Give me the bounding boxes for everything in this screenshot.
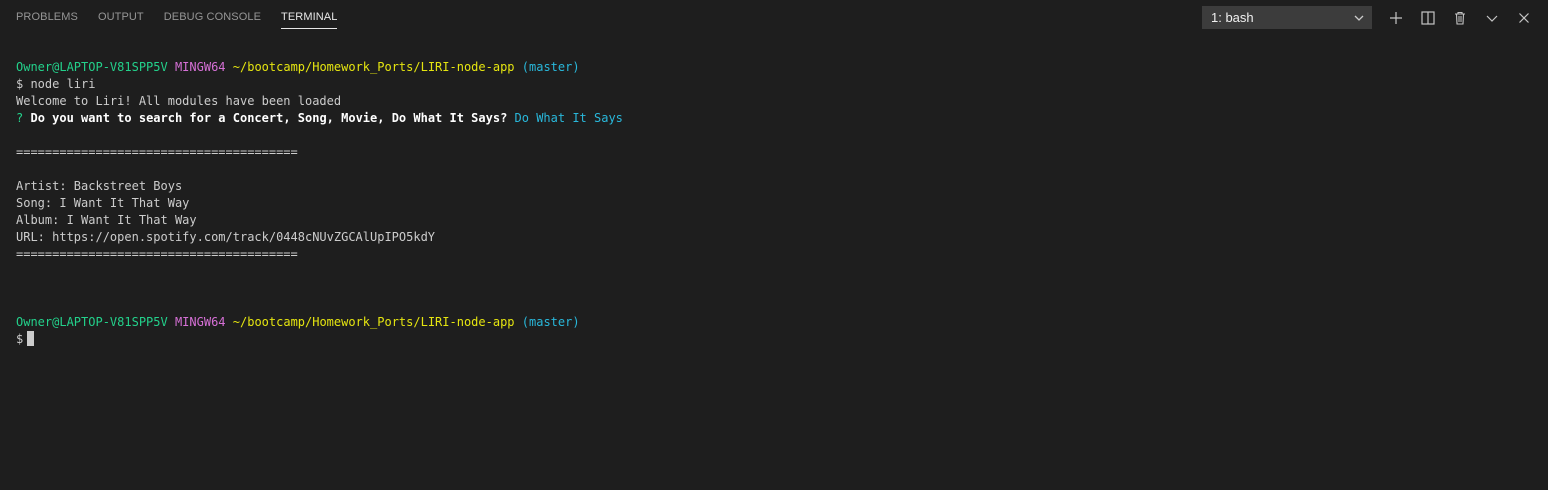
panel-tab-bar: PROBLEMS OUTPUT DEBUG CONSOLE TERMINAL 1… <box>0 0 1548 35</box>
separator-bottom: ======================================= <box>16 247 298 261</box>
prompt-env: MINGW64 <box>174 315 226 329</box>
tab-terminal[interactable]: TERMINAL <box>281 0 338 35</box>
input-line[interactable]: $ <box>16 331 1536 348</box>
question-answer: Do What It Says <box>514 111 623 125</box>
split-terminal-button[interactable] <box>1418 8 1438 28</box>
chevron-down-icon <box>1486 15 1498 22</box>
tab-problems-label: PROBLEMS <box>16 11 78 23</box>
split-icon <box>1421 11 1435 25</box>
trash-icon <box>1455 11 1465 25</box>
prompt-user: Owner@LAPTOP-V81SPP5V <box>16 60 168 74</box>
tab-problems[interactable]: PROBLEMS <box>16 0 78 35</box>
kill-terminal-button[interactable] <box>1450 8 1470 28</box>
prompt-line: Owner@LAPTOP-V81SPP5V MINGW64 ~/bootcamp… <box>16 314 1536 331</box>
panel-actions <box>1386 8 1546 28</box>
artist-line: Artist: Backstreet Boys <box>16 179 183 193</box>
terminal-panel: PROBLEMS OUTPUT DEBUG CONSOLE TERMINAL 1… <box>0 0 1548 490</box>
maximize-panel-button[interactable] <box>1482 8 1502 28</box>
terminal-output[interactable]: Owner@LAPTOP-V81SPP5V MINGW64 ~/bootcamp… <box>16 59 1536 348</box>
tab-debug-console[interactable]: DEBUG CONSOLE <box>164 0 261 35</box>
tab-debug-console-label: DEBUG CONSOLE <box>163 11 262 23</box>
new-terminal-button[interactable] <box>1386 8 1406 28</box>
tab-output-label: OUTPUT <box>97 11 144 23</box>
terminal-select-value: 1: bash <box>1211 10 1254 25</box>
prompt-branch: (master) <box>521 315 580 329</box>
question-mark: ? <box>16 111 24 125</box>
close-icon <box>1519 13 1529 23</box>
tab-terminal-label: TERMINAL <box>281 11 338 29</box>
prompt-symbol: $ <box>16 332 24 346</box>
command-line: $ node liri <box>16 77 96 91</box>
welcome-line: Welcome to Liri! All modules have been l… <box>16 94 342 108</box>
panel-tabs: PROBLEMS OUTPUT DEBUG CONSOLE TERMINAL <box>16 0 357 35</box>
terminal-select[interactable]: 1: bash <box>1202 6 1372 29</box>
tab-output[interactable]: OUTPUT <box>98 0 144 35</box>
terminal-cursor <box>27 331 35 346</box>
chevron-down-icon <box>1354 15 1364 21</box>
prompt-path: ~/bootcamp/Homework_Ports/LIRI-node-app <box>232 315 515 329</box>
question-line: ? Do you want to search for a Concert, S… <box>16 110 1536 127</box>
prompt-line: Owner@LAPTOP-V81SPP5V MINGW64 ~/bootcamp… <box>16 59 1536 76</box>
add-icon <box>1390 12 1402 24</box>
url-line: URL: https://open.spotify.com/track/0448… <box>16 230 436 244</box>
album-line: Album: I Want It That Way <box>16 213 197 227</box>
prompt-user: Owner@LAPTOP-V81SPP5V <box>16 315 168 329</box>
prompt-env: MINGW64 <box>174 60 226 74</box>
separator-top: ======================================= <box>16 145 298 159</box>
close-panel-button[interactable] <box>1514 8 1534 28</box>
question-text: Do you want to search for a Concert, Son… <box>30 111 508 125</box>
song-line: Song: I Want It That Way <box>16 196 190 210</box>
prompt-branch: (master) <box>521 60 580 74</box>
prompt-path: ~/bootcamp/Homework_Ports/LIRI-node-app <box>232 60 515 74</box>
